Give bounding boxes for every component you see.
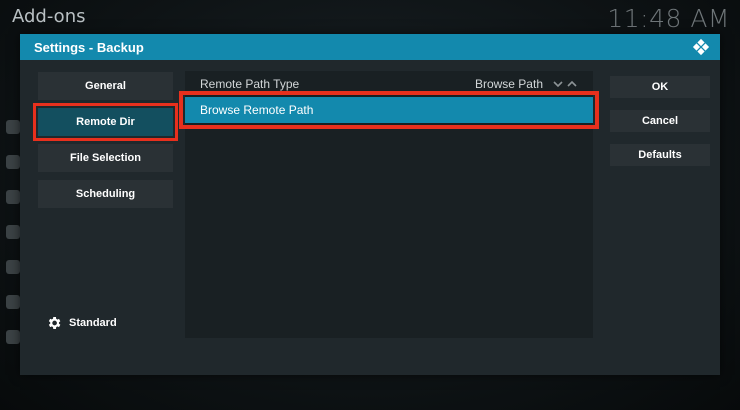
settings-level-button[interactable]: Standard <box>46 315 117 331</box>
background-icon <box>6 295 20 309</box>
category-list: General Remote Dir File Selection Schedu… <box>33 72 178 216</box>
background-icon <box>6 260 20 274</box>
gear-icon <box>48 317 61 329</box>
screen: Add-ons 11:48 AM Settings - Backup Gener… <box>0 0 740 410</box>
background-icon <box>6 330 20 344</box>
spin-arrows-icon[interactable] <box>553 79 579 89</box>
settings-panel: Remote Path Type Browse Path Browse Remo… <box>179 71 599 338</box>
setting-browse-remote-path[interactable]: Browse Remote Path <box>179 91 599 129</box>
setting-value: Browse Path <box>474 77 543 91</box>
background-icon <box>6 120 20 134</box>
cancel-button[interactable]: Cancel <box>610 110 710 132</box>
background-icon <box>6 155 20 169</box>
defaults-button[interactable]: Defaults <box>610 144 710 166</box>
kodi-logo-icon <box>692 38 710 56</box>
ok-button[interactable]: OK <box>610 76 710 98</box>
category-remote-dir[interactable]: Remote Dir <box>33 103 178 141</box>
dialog-title: Settings - Backup <box>34 39 144 55</box>
background-section-title: Add-ons <box>12 6 86 27</box>
category-scheduling[interactable]: Scheduling <box>38 180 173 208</box>
clock: 11:48 AM <box>607 4 730 33</box>
settings-level-label: Standard <box>69 317 117 329</box>
setting-label: Remote Path Type <box>200 77 300 91</box>
setting-value-group: Browse Path <box>475 77 579 91</box>
setting-remote-path-type[interactable]: Remote Path Type Browse Path <box>185 71 593 97</box>
dialog-header: Settings - Backup <box>20 34 720 60</box>
button-column: OK Cancel Defaults <box>610 76 710 178</box>
settings-dialog: Settings - Backup General Remote Dir Fil… <box>20 34 720 375</box>
background-icon <box>6 190 20 204</box>
setting-label: Browse Remote Path <box>200 103 314 117</box>
category-general[interactable]: General <box>38 72 173 100</box>
background-icon <box>6 225 20 239</box>
category-file-selection[interactable]: File Selection <box>38 144 173 172</box>
